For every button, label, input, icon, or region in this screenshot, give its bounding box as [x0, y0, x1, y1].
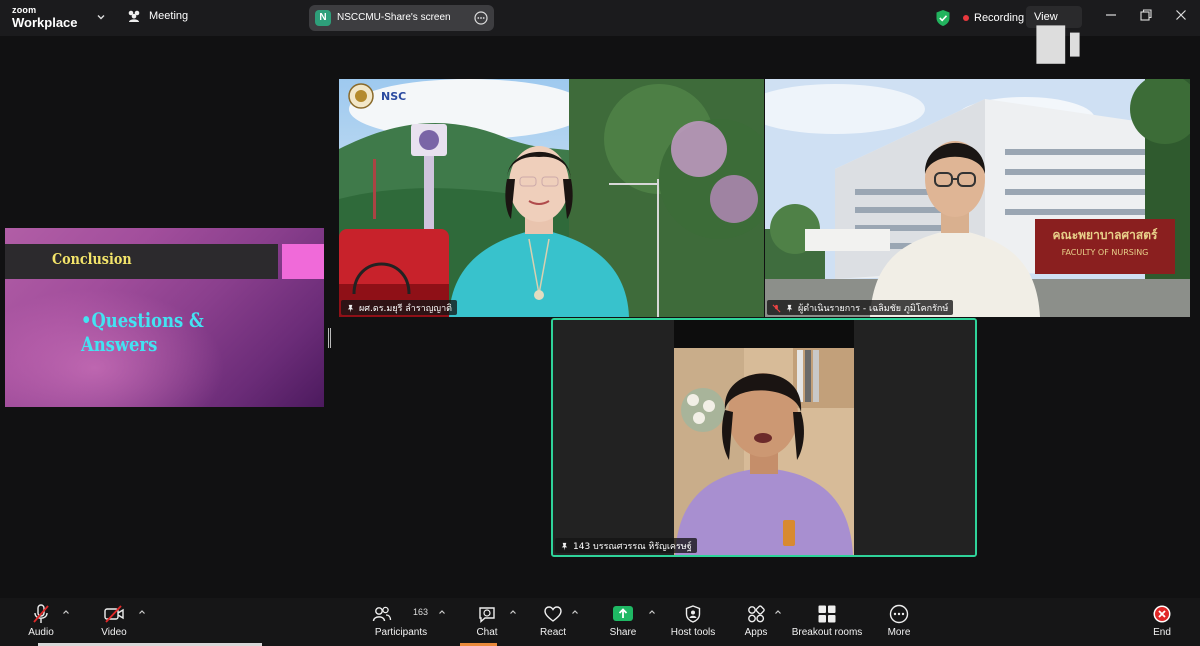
- participants-icon: [372, 606, 392, 622]
- faculty-sign-thai: คณะพยาบาลศาสตร์: [1053, 228, 1158, 242]
- security-shield-icon[interactable]: [935, 9, 951, 27]
- video-options-chevron-icon[interactable]: [138, 608, 146, 616]
- chevron-down-icon[interactable]: [95, 11, 107, 23]
- chat-label: Chat: [476, 627, 498, 638]
- audio-button[interactable]: Audio: [26, 604, 56, 638]
- meeting-toolbar: Audio Video Participants 163 Chat React …: [0, 598, 1200, 646]
- shared-screen-slide: Conclusion •Questions & Answers: [5, 228, 324, 407]
- chat-icon: [479, 607, 495, 624]
- share-label: Share: [609, 627, 637, 638]
- slide-accent-block: [282, 244, 324, 279]
- faculty-sign-english: FACULTY OF NURSING: [1062, 248, 1149, 257]
- restore-icon[interactable]: [1139, 8, 1153, 22]
- video-feed-1: NSC: [339, 79, 764, 317]
- heart-icon: [544, 606, 562, 622]
- video-label: Video: [101, 627, 127, 638]
- pin-icon: [347, 304, 354, 313]
- apps-label: Apps: [744, 627, 768, 638]
- participants-options-chevron-icon[interactable]: [438, 608, 446, 616]
- participant-name-tag: 143 บรรณศวรรณ หิรัญเครษฐ์: [555, 538, 697, 553]
- split-view-resize-handle[interactable]: [328, 328, 331, 348]
- shared-screen-indicator[interactable]: N NSCCMU-Share's screen: [309, 5, 494, 31]
- more-button[interactable]: More: [884, 604, 914, 638]
- more-label: More: [887, 627, 911, 638]
- recording-dot-icon: [963, 15, 969, 21]
- more-icon: [889, 604, 909, 624]
- logo-workplace-text: Workplace: [12, 15, 78, 30]
- chat-button[interactable]: Chat: [472, 604, 502, 638]
- slide-title: Conclusion: [52, 250, 132, 268]
- logo-zoom-text: zoom: [12, 5, 37, 15]
- apps-icon: [748, 605, 765, 623]
- sharer-initial-badge: N: [315, 10, 331, 26]
- nsc-logo-text: NSC: [381, 90, 406, 103]
- video-tile-presenter-1[interactable]: NSC ผศ.ดร.มยุรี ลำราญญาติ: [339, 79, 764, 317]
- video-tile-active-speaker[interactable]: 143 บรรณศวรรณ หิรัญเครษฐ์: [551, 318, 977, 557]
- breakout-rooms-label: Breakout rooms: [791, 627, 863, 638]
- participant-name: 143 บรรณศวรรณ หิรัญเครษฐ์: [573, 542, 692, 552]
- apps-button[interactable]: Apps: [741, 604, 771, 638]
- meeting-people-icon: [128, 10, 140, 22]
- apps-options-chevron-icon[interactable]: [774, 608, 782, 616]
- react-options-chevron-icon[interactable]: [571, 608, 579, 616]
- share-options-chevron-icon[interactable]: [648, 608, 656, 616]
- shared-screen-label: NSCCMU-Share's screen: [337, 12, 451, 23]
- view-button[interactable]: View: [1026, 6, 1082, 64]
- video-off-icon: [104, 605, 124, 623]
- meeting-button[interactable]: Meeting: [126, 9, 188, 23]
- end-call-icon: [1153, 605, 1171, 623]
- pin-icon: [561, 542, 568, 551]
- breakout-rooms-icon: [818, 605, 836, 623]
- breakout-rooms-button[interactable]: Breakout rooms: [790, 604, 864, 638]
- chat-options-chevron-icon[interactable]: [509, 608, 517, 616]
- title-bar: zoom Workplace Meeting N NSCCMU-Share's …: [0, 0, 1200, 64]
- more-options-icon[interactable]: [474, 11, 488, 25]
- audio-options-chevron-icon[interactable]: [62, 608, 70, 616]
- audio-label: Audio: [28, 627, 54, 638]
- close-icon[interactable]: [1174, 8, 1188, 22]
- pin-icon: [786, 304, 793, 313]
- zoom-workplace-logo[interactable]: zoom Workplace: [12, 5, 78, 30]
- slide-title-band: [5, 244, 278, 279]
- recording-label: Recording: [974, 12, 1025, 24]
- share-button[interactable]: Share: [607, 604, 639, 638]
- view-label: View: [1034, 11, 1058, 23]
- host-tools-label: Host tools: [670, 627, 716, 638]
- video-tile-moderator[interactable]: คณะพยาบาลศาสตร์ FACULTY OF NURSING ผู้ดำ…: [765, 79, 1190, 317]
- shield-icon: [685, 605, 701, 623]
- host-tools-button[interactable]: Host tools: [668, 604, 718, 638]
- end-meeting-button[interactable]: End: [1147, 604, 1177, 638]
- video-feed-3: [553, 320, 975, 555]
- video-feed-2: คณะพยาบาลศาสตร์ FACULTY OF NURSING: [765, 79, 1190, 317]
- share-screen-icon: [613, 606, 633, 621]
- react-label: React: [539, 627, 567, 638]
- mic-muted-icon: [772, 304, 781, 312]
- react-button[interactable]: React: [538, 604, 568, 638]
- meeting-label: Meeting: [149, 10, 189, 22]
- end-label: End: [1153, 627, 1171, 638]
- video-button[interactable]: Video: [99, 604, 129, 638]
- view-layout-icon: [1036, 25, 1080, 64]
- minimize-icon[interactable]: [1104, 8, 1118, 22]
- slide-bullet: •Questions & Answers: [81, 308, 204, 356]
- participant-name: ผศ.ดร.มยุรี ลำราญญาติ: [359, 304, 452, 314]
- participants-label: Participants: [374, 627, 428, 638]
- recording-indicator[interactable]: Recording: [963, 12, 1024, 24]
- participant-name-tag: ผู้ดำเนินรายการ - เฉลิมชัย ภูมิโคกรักษ์: [767, 300, 954, 315]
- participants-count: 163: [413, 607, 429, 617]
- participant-name: ผู้ดำเนินรายการ - เฉลิมชัย ภูมิโคกรักษ์: [798, 304, 949, 314]
- mic-muted-icon: [33, 604, 49, 623]
- participant-name-tag: ผศ.ดร.มยุรี ลำราญญาติ: [341, 300, 457, 315]
